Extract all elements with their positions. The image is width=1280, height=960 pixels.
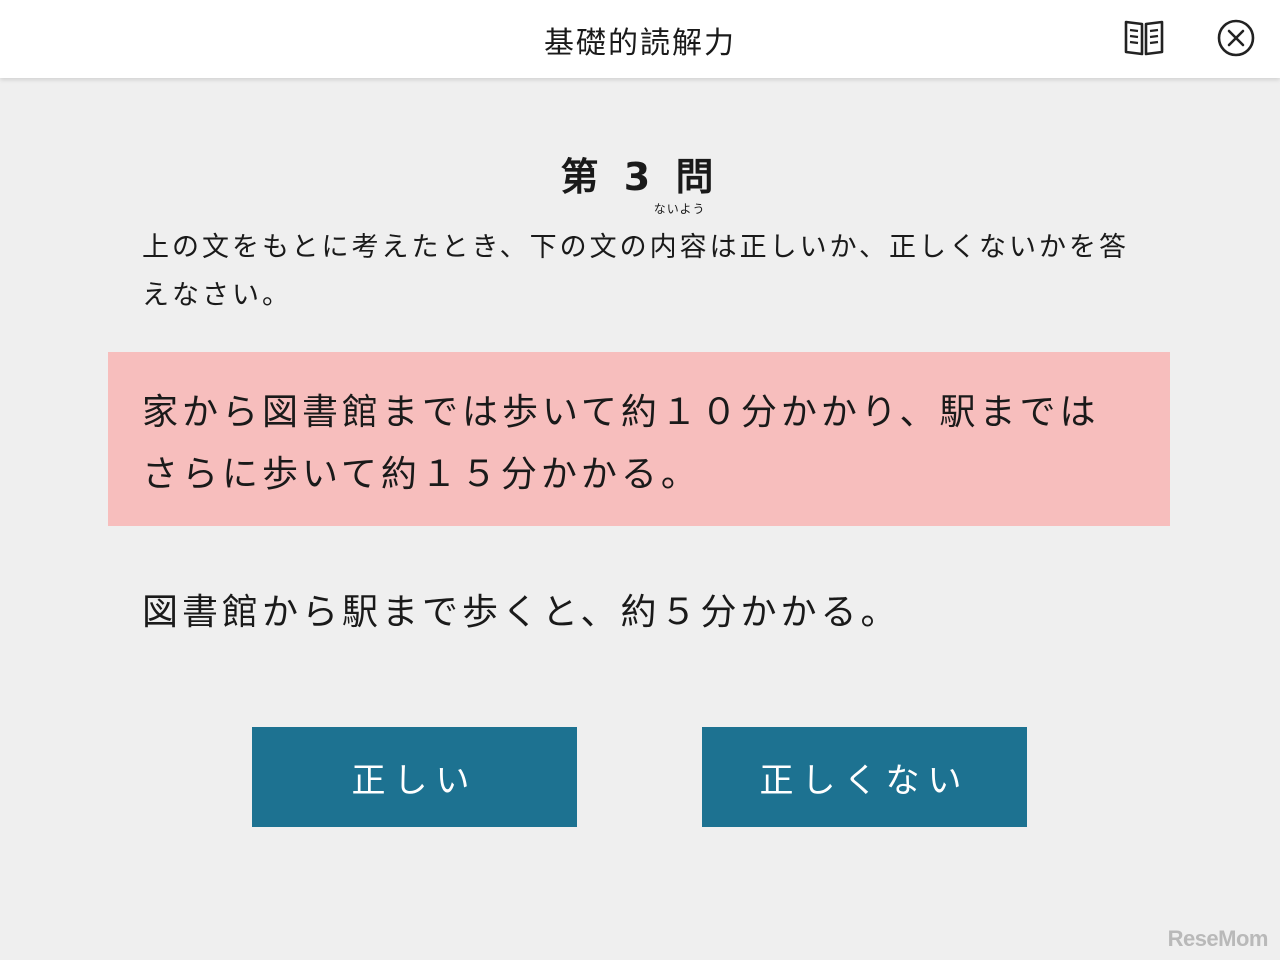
reading-passage: 家から図書館までは歩いて約１０分かかり、駅までは さらに歩いて約１５分かかる。 — [108, 352, 1170, 526]
ruby-word: ないよう 内容 — [649, 202, 710, 272]
ruby-reading: ないよう — [653, 202, 706, 216]
ruby-base: 内容 — [649, 232, 710, 263]
close-circle-icon — [1216, 18, 1256, 62]
passage-line-1: 家から図書館までは歩いて約１０分かかり、駅までは — [142, 392, 1100, 433]
top-bar: 基礎的読解力 — [0, 0, 1280, 78]
book-button[interactable] — [1120, 16, 1168, 64]
watermark-logo: ReseMom — [1167, 926, 1269, 951]
close-button[interactable] — [1212, 16, 1260, 64]
prompt-text-before: 上の文をもとに考えたとき、下の文の — [142, 232, 650, 263]
question-number: 第 3 問 — [560, 155, 720, 199]
page-title: 基礎的読解力 — [544, 26, 736, 61]
book-icon — [1123, 18, 1165, 62]
statement-text: 図書館から駅まで歩くと、約５分かかる。 — [142, 592, 901, 633]
question-prompt: 上の文をもとに考えたとき、下の文の ないよう 内容は正しいか、正しくないかを答えなさ… — [142, 202, 1152, 320]
true-answer-button[interactable]: 正しい — [252, 727, 577, 827]
passage-line-2: さらに歩いて約１５分かかる。 — [142, 454, 701, 495]
false-answer-button[interactable]: 正しくない — [702, 727, 1027, 827]
